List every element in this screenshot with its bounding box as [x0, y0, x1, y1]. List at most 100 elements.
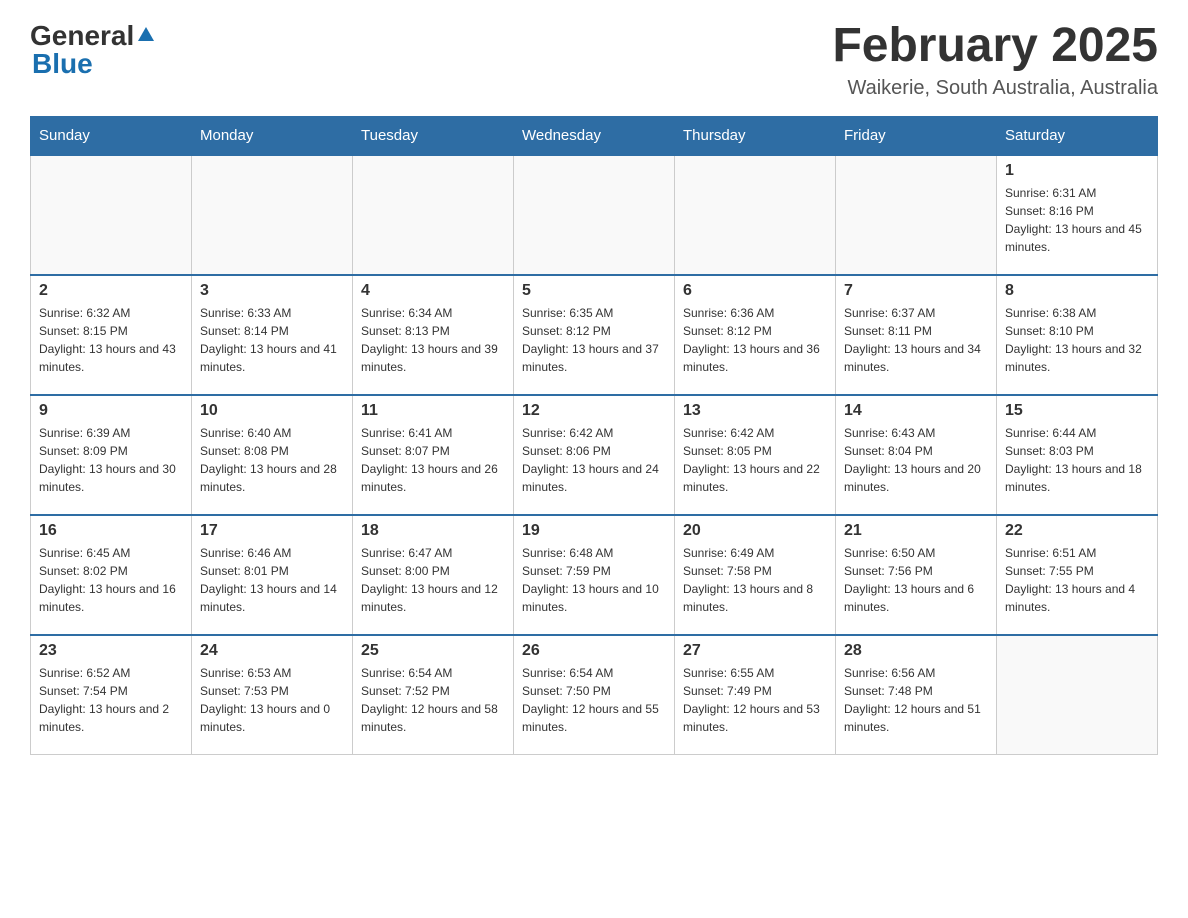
day-info: Sunrise: 6:45 AM Sunset: 8:02 PM Dayligh… [39, 544, 183, 616]
location-title: Waikerie, South Australia, Australia [832, 77, 1158, 100]
table-row: 8Sunrise: 6:38 AM Sunset: 8:10 PM Daylig… [997, 275, 1158, 395]
day-number: 7 [844, 282, 988, 300]
table-row: 22 Sunrise: 6:51 AM Sunset: 7:55 PM Dayli… [997, 515, 1158, 635]
day-number: 8 [1005, 282, 1149, 300]
header-sunday: Sunday [31, 116, 192, 155]
day-info: Sunrise: 6:32 AM Sunset: 8:15 PM Dayligh… [39, 304, 183, 376]
day-number: 28 [844, 642, 988, 660]
table-row: 6 Sunrise: 6:36 AM Sunset: 8:12 PM Daylig… [675, 275, 836, 395]
day-number: 11 [361, 402, 505, 420]
day-number: 6 [683, 282, 827, 300]
table-row [31, 155, 192, 275]
day-info: Sunrise: 6:54 AM Sunset: 7:52 PM Dayligh… [361, 664, 505, 736]
table-row [836, 155, 997, 275]
day-info: Sunrise: 6:41 AM Sunset: 8:07 PM Dayligh… [361, 424, 505, 496]
day-info: Sunrise: 6:33 AM Sunset: 8:14 PM Dayligh… [200, 304, 344, 376]
day-info: Sunrise: 6:55 AM Sunset: 7:49 PM Dayligh… [683, 664, 827, 736]
calendar-week-row: 2Sunrise: 6:32 AM Sunset: 8:15 PM Daylig… [31, 275, 1158, 395]
day-number: 20 [683, 522, 827, 540]
day-number: 10 [200, 402, 344, 420]
day-number: 24 [200, 642, 344, 660]
table-row: 28 Sunrise: 6:56 AM Sunset: 7:48 PM Dayli… [836, 635, 997, 755]
day-info: Sunrise: 6:35 AM Sunset: 8:12 PM Dayligh… [522, 304, 666, 376]
calendar-header-row: Sunday Monday Tuesday Wednesday Thursday… [31, 116, 1158, 155]
table-row: 15 Sunrise: 6:44 AM Sunset: 8:03 PM Dayli… [997, 395, 1158, 515]
logo-blue-text: Blue [32, 48, 93, 80]
calendar-week-row: 9 Sunrise: 6:39 AM Sunset: 8:09 PM Daylig… [31, 395, 1158, 515]
day-number: 25 [361, 642, 505, 660]
day-info: Sunrise: 6:54 AM Sunset: 7:50 PM Dayligh… [522, 664, 666, 736]
title-area: February 2025 Waikerie, South Australia,… [832, 20, 1158, 100]
day-info: Sunrise: 6:53 AM Sunset: 7:53 PM Dayligh… [200, 664, 344, 736]
table-row: 7 Sunrise: 6:37 AM Sunset: 8:11 PM Daylig… [836, 275, 997, 395]
table-row: 9 Sunrise: 6:39 AM Sunset: 8:09 PM Daylig… [31, 395, 192, 515]
table-row: 4 Sunrise: 6:34 AM Sunset: 8:13 PM Daylig… [353, 275, 514, 395]
day-number: 26 [522, 642, 666, 660]
table-row: 16 Sunrise: 6:45 AM Sunset: 8:02 PM Dayli… [31, 515, 192, 635]
day-number: 12 [522, 402, 666, 420]
day-info: Sunrise: 6:43 AM Sunset: 8:04 PM Dayligh… [844, 424, 988, 496]
day-info: Sunrise: 6:42 AM Sunset: 8:06 PM Dayligh… [522, 424, 666, 496]
logo-triangle-icon [138, 27, 154, 41]
day-number: 9 [39, 402, 183, 420]
table-row: 17 Sunrise: 6:46 AM Sunset: 8:01 PM Dayli… [192, 515, 353, 635]
day-info: Sunrise: 6:31 AM Sunset: 8:16 PM Dayligh… [1005, 184, 1149, 256]
table-row: 24 Sunrise: 6:53 AM Sunset: 7:53 PM Dayli… [192, 635, 353, 755]
day-info: Sunrise: 6:39 AM Sunset: 8:09 PM Dayligh… [39, 424, 183, 496]
day-number: 15 [1005, 402, 1149, 420]
table-row [675, 155, 836, 275]
table-row: 3Sunrise: 6:33 AM Sunset: 8:14 PM Daylig… [192, 275, 353, 395]
table-row: 18Sunrise: 6:47 AM Sunset: 8:00 PM Dayli… [353, 515, 514, 635]
header-wednesday: Wednesday [514, 116, 675, 155]
table-row: 2Sunrise: 6:32 AM Sunset: 8:15 PM Daylig… [31, 275, 192, 395]
day-info: Sunrise: 6:50 AM Sunset: 7:56 PM Dayligh… [844, 544, 988, 616]
day-number: 27 [683, 642, 827, 660]
day-number: 21 [844, 522, 988, 540]
header-thursday: Thursday [675, 116, 836, 155]
header-friday: Friday [836, 116, 997, 155]
table-row: 23 Sunrise: 6:52 AM Sunset: 7:54 PM Dayli… [31, 635, 192, 755]
table-row: 12 Sunrise: 6:42 AM Sunset: 8:06 PM Dayli… [514, 395, 675, 515]
table-row [192, 155, 353, 275]
month-title: February 2025 [832, 20, 1158, 73]
day-info: Sunrise: 6:42 AM Sunset: 8:05 PM Dayligh… [683, 424, 827, 496]
calendar-table: Sunday Monday Tuesday Wednesday Thursday… [30, 116, 1158, 756]
table-row: 20 Sunrise: 6:49 AM Sunset: 7:58 PM Dayli… [675, 515, 836, 635]
calendar-week-row: 16 Sunrise: 6:45 AM Sunset: 8:02 PM Dayli… [31, 515, 1158, 635]
header-tuesday: Tuesday [353, 116, 514, 155]
table-row: 10Sunrise: 6:40 AM Sunset: 8:08 PM Dayli… [192, 395, 353, 515]
table-row: 21 Sunrise: 6:50 AM Sunset: 7:56 PM Dayli… [836, 515, 997, 635]
day-number: 4 [361, 282, 505, 300]
day-info: Sunrise: 6:37 AM Sunset: 8:11 PM Dayligh… [844, 304, 988, 376]
day-number: 14 [844, 402, 988, 420]
day-info: Sunrise: 6:52 AM Sunset: 7:54 PM Dayligh… [39, 664, 183, 736]
table-row: 11 Sunrise: 6:41 AM Sunset: 8:07 PM Dayli… [353, 395, 514, 515]
header-saturday: Saturday [997, 116, 1158, 155]
day-info: Sunrise: 6:49 AM Sunset: 7:58 PM Dayligh… [683, 544, 827, 616]
day-info: Sunrise: 6:51 AM Sunset: 7:55 PM Dayligh… [1005, 544, 1149, 616]
logo: General Blue [30, 20, 154, 80]
table-row [353, 155, 514, 275]
page-header: General Blue February 2025 Waikerie, Sou… [30, 20, 1158, 100]
day-number: 16 [39, 522, 183, 540]
table-row [514, 155, 675, 275]
table-row: 26 Sunrise: 6:54 AM Sunset: 7:50 PM Dayli… [514, 635, 675, 755]
day-info: Sunrise: 6:56 AM Sunset: 7:48 PM Dayligh… [844, 664, 988, 736]
header-monday: Monday [192, 116, 353, 155]
day-number: 23 [39, 642, 183, 660]
day-info: Sunrise: 6:44 AM Sunset: 8:03 PM Dayligh… [1005, 424, 1149, 496]
day-info: Sunrise: 6:34 AM Sunset: 8:13 PM Dayligh… [361, 304, 505, 376]
day-info: Sunrise: 6:36 AM Sunset: 8:12 PM Dayligh… [683, 304, 827, 376]
calendar-week-row: 23 Sunrise: 6:52 AM Sunset: 7:54 PM Dayli… [31, 635, 1158, 755]
table-row: 1 Sunrise: 6:31 AM Sunset: 8:16 PM Daylig… [997, 155, 1158, 275]
table-row: 25 Sunrise: 6:54 AM Sunset: 7:52 PM Dayli… [353, 635, 514, 755]
table-row: 5Sunrise: 6:35 AM Sunset: 8:12 PM Daylig… [514, 275, 675, 395]
day-number: 17 [200, 522, 344, 540]
day-info: Sunrise: 6:46 AM Sunset: 8:01 PM Dayligh… [200, 544, 344, 616]
day-number: 19 [522, 522, 666, 540]
table-row: 14 Sunrise: 6:43 AM Sunset: 8:04 PM Dayli… [836, 395, 997, 515]
day-number: 1 [1005, 162, 1149, 180]
day-number: 22 [1005, 522, 1149, 540]
day-info: Sunrise: 6:47 AM Sunset: 8:00 PM Dayligh… [361, 544, 505, 616]
day-info: Sunrise: 6:48 AM Sunset: 7:59 PM Dayligh… [522, 544, 666, 616]
